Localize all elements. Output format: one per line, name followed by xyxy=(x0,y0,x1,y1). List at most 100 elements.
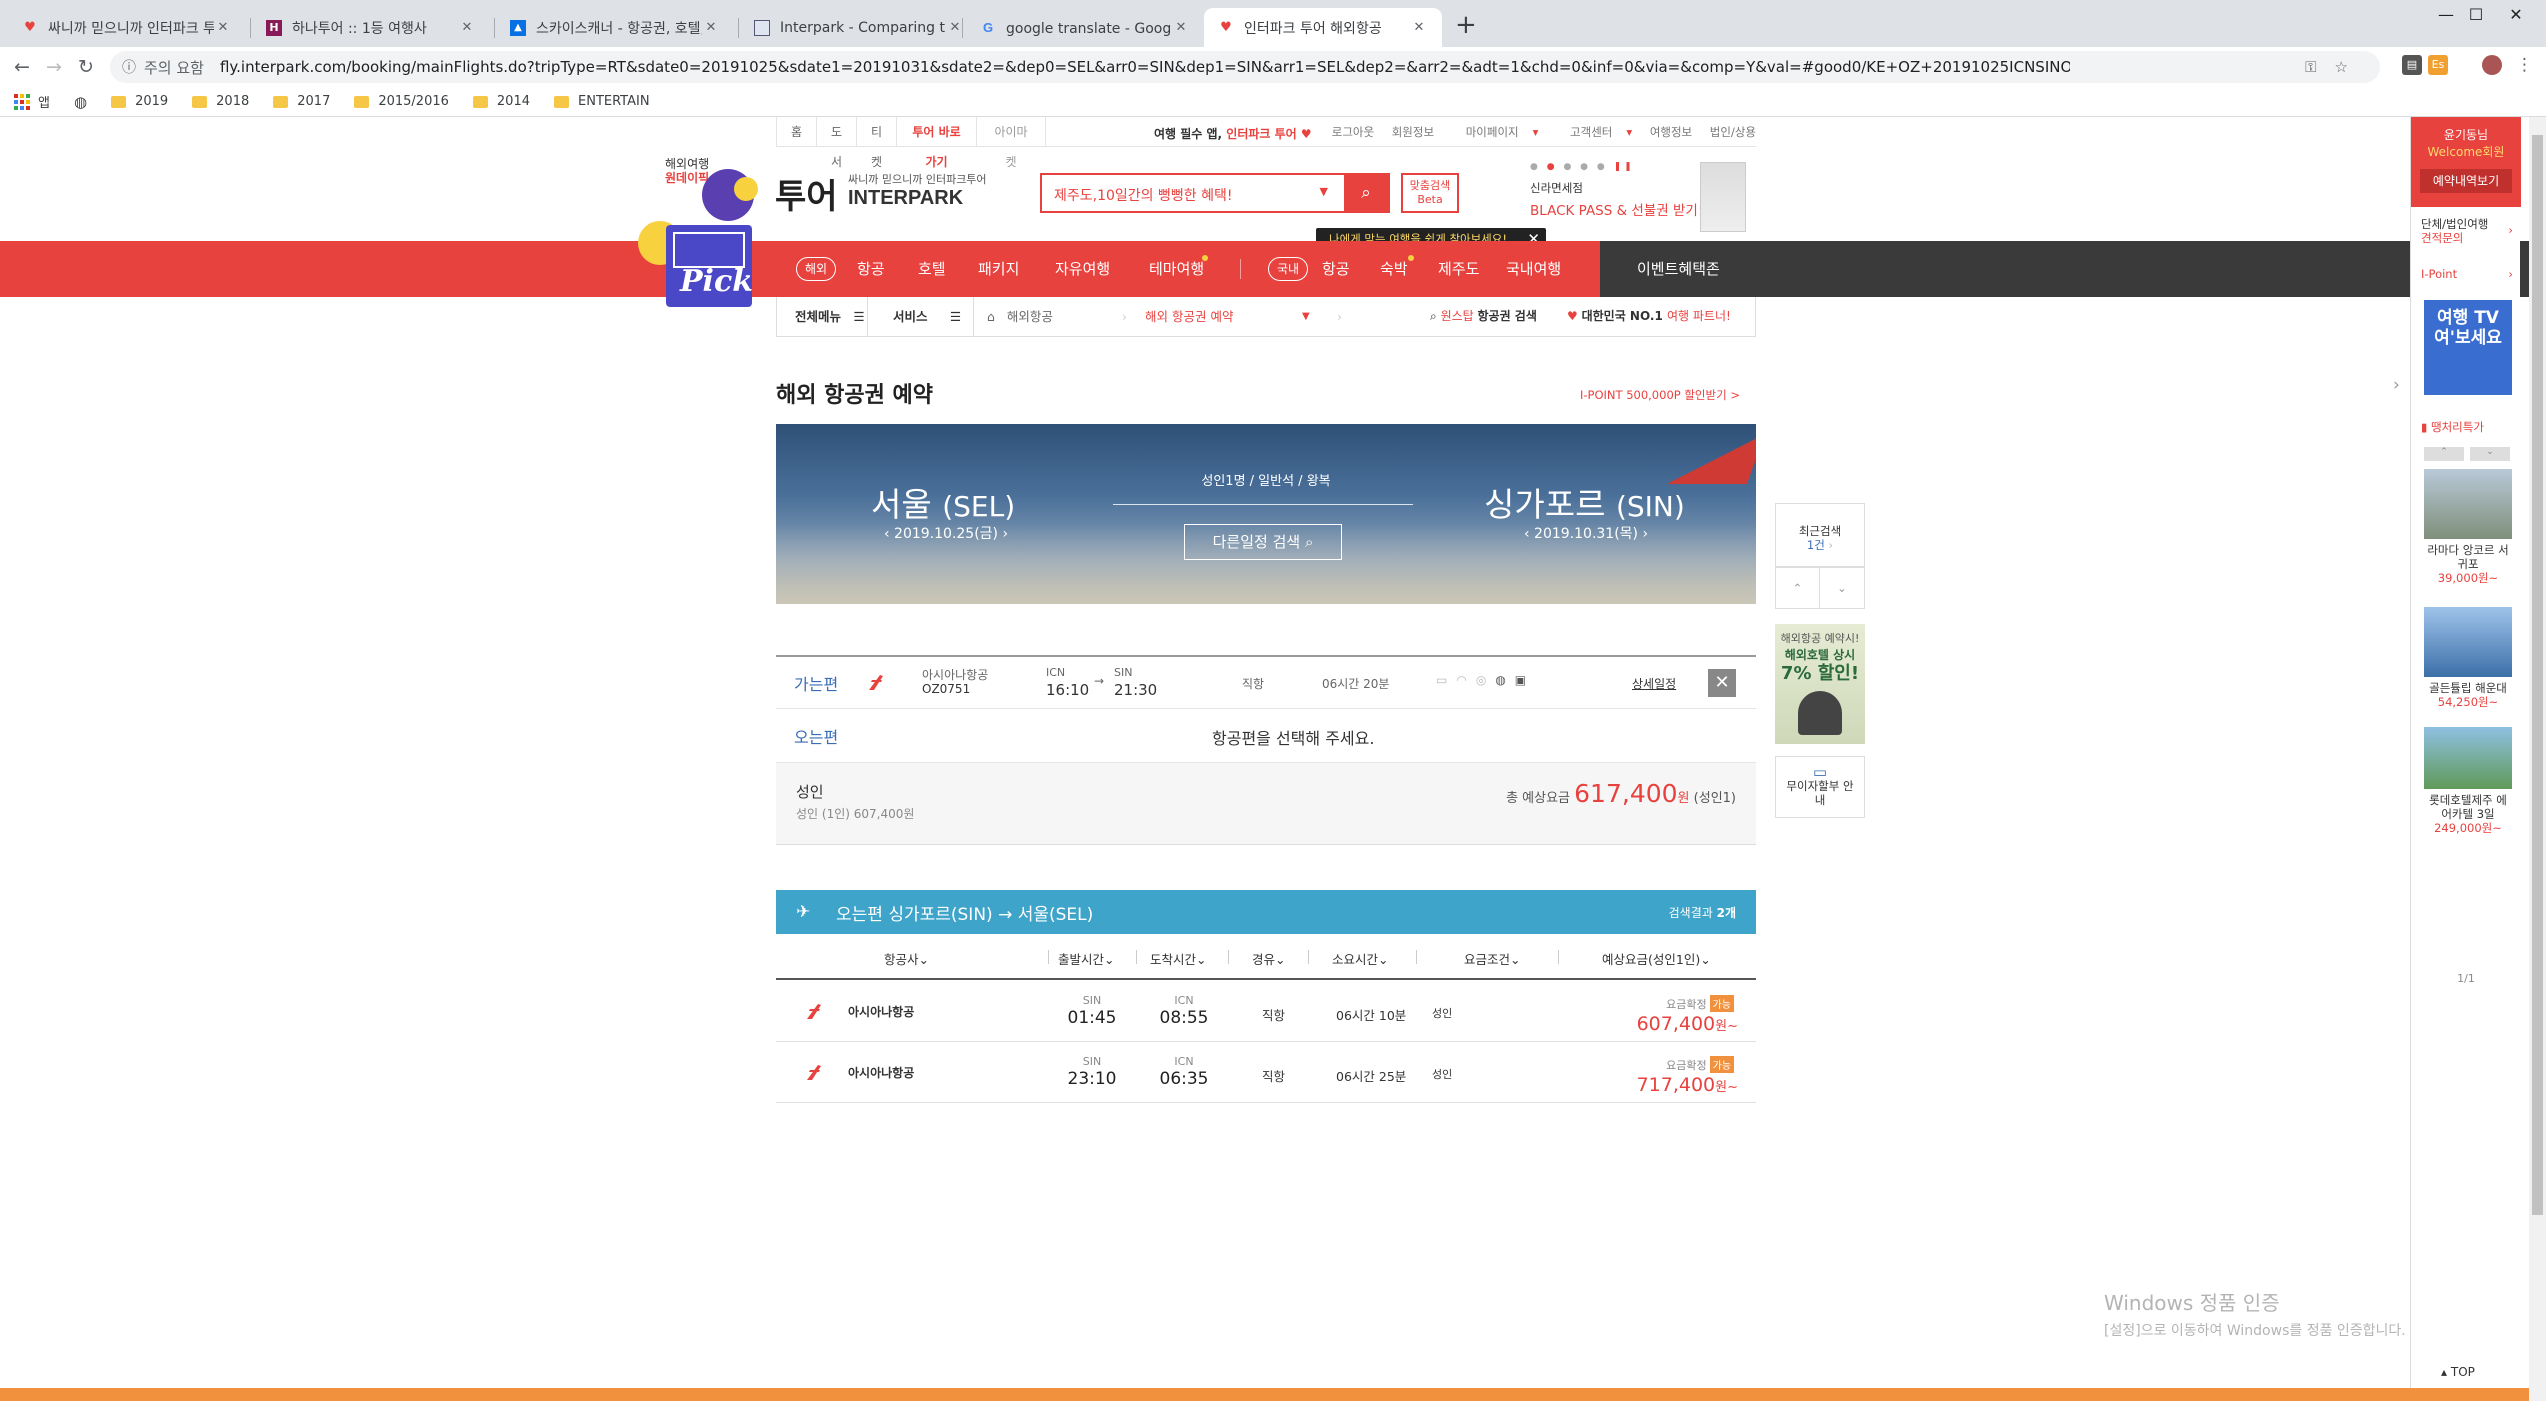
scroll-down-icon[interactable]: ⌄ xyxy=(1820,568,1864,608)
all-menu-button[interactable]: 전체메뉴 ☰ xyxy=(795,297,865,336)
nav-overseas-hotel[interactable]: 호텔 xyxy=(918,241,946,297)
imarket-link[interactable]: 아이마켓 xyxy=(976,117,1046,169)
bookmark-folder[interactable]: 2014 xyxy=(472,94,530,109)
sort-departure[interactable]: 출발시간⌄ xyxy=(1058,949,1115,968)
bookmark-folder[interactable]: ENTERTAIN xyxy=(554,94,650,109)
table-row[interactable]: 아시아나항공 SIN 23:10 ICN 06:35 직항 06시간 25분 성… xyxy=(776,1042,1756,1103)
mypage-link[interactable]: 마이페이지 ▾ xyxy=(1452,125,1539,139)
remove-selection-button[interactable]: ✕ xyxy=(1708,669,1736,697)
bookmark-folder[interactable]: 2018 xyxy=(192,94,249,109)
sort-stops[interactable]: 경유⌄ xyxy=(1252,949,1286,968)
from-date[interactable]: ‹ 2019.10.25(금) › xyxy=(884,523,1008,543)
deal-item[interactable]: 롯데호텔제주 에어카텔 3일 249,000원~ xyxy=(2424,727,2512,835)
deal-item[interactable]: 라마다 앙코르 서귀포 39,000원~ xyxy=(2424,469,2512,585)
close-icon[interactable]: ✕ xyxy=(1410,20,1428,35)
ticket-link[interactable]: 티켓 xyxy=(856,117,896,169)
close-window-icon[interactable]: ✕ xyxy=(2486,0,2546,30)
next-deal-icon[interactable]: ⌄ xyxy=(2470,447,2510,461)
logout-link[interactable]: 로그아웃 xyxy=(1332,125,1374,139)
onestop-search-link[interactable]: ⌕ 원스탑 항공권 검색 xyxy=(1430,297,1537,336)
chevron-right-icon[interactable]: › xyxy=(2393,375,2400,395)
ipoint-link[interactable]: I-POINT 500,000P 할인받기 > xyxy=(1580,387,1740,403)
info-icon[interactable]: ⓘ xyxy=(122,57,136,77)
to-date[interactable]: ‹ 2019.10.31(목) › xyxy=(1524,523,1648,543)
app-promo[interactable]: 여행 필수 앱, 인터파크 투어 ♥ xyxy=(1154,125,1312,142)
sort-fare[interactable]: 예상요금(성인1인)⌄ xyxy=(1602,949,1711,968)
nav-domestic-stay[interactable]: 숙박 xyxy=(1380,241,1408,297)
travel-info-link[interactable]: 여행정보 xyxy=(1650,125,1692,139)
pick-logo[interactable]: Pick xyxy=(636,161,768,311)
hotel-discount-ad[interactable]: 해외항공 예약시! 해외호텔 상시 7% 할인! xyxy=(1775,624,1865,744)
table-row[interactable]: 아시아나항공 SIN 01:45 ICN 08:55 직항 06시간 10분 성… xyxy=(776,981,1756,1042)
nav-theme-travel[interactable]: 테마여행 xyxy=(1149,241,1204,297)
browser-tab[interactable]: H 하나투어 :: 1등 여행사 ✕ xyxy=(252,8,490,47)
other-schedule-button[interactable]: 다른일정 검색 ⌕ xyxy=(1184,524,1342,560)
service-menu-button[interactable]: 서비스 ☰ xyxy=(893,297,961,336)
nav-package[interactable]: 패키지 xyxy=(978,241,1019,297)
bookmark-folder[interactable]: 2015/2016 xyxy=(354,94,449,109)
deal-item[interactable]: 골든튤립 해운대 54,250원~ xyxy=(2424,607,2512,709)
nav-overseas-flight[interactable]: 항공 xyxy=(857,241,885,297)
avatar[interactable] xyxy=(2482,55,2502,75)
browser-tab[interactable]: G google translate - Google 검색 ✕ xyxy=(966,8,1204,47)
reload-icon[interactable]: ↻ xyxy=(70,56,102,78)
new-tab-button[interactable]: + xyxy=(1455,10,1477,40)
page-scrollbar[interactable] xyxy=(2529,117,2546,1401)
event-zone[interactable]: 이벤트혜택존 xyxy=(1600,241,2546,297)
installment-info-link[interactable]: ▭ 무이자할부 안내 xyxy=(1775,756,1865,818)
browser-tab[interactable]: ♥ 싸니까 믿으니까 인터파크 투어 ✕ xyxy=(8,8,246,47)
ipoint-sidebar-link[interactable]: I-Point › xyxy=(2421,267,2513,281)
breadcrumb-booking[interactable]: 해외 항공권 예약 xyxy=(1145,297,1233,336)
sort-airline[interactable]: 항공사⌄ xyxy=(884,949,929,968)
tour-shortcut-link[interactable]: 투어 바로가기 xyxy=(896,117,976,169)
nav-jeju[interactable]: 제주도 xyxy=(1438,241,1479,297)
nav-free-travel[interactable]: 자유여행 xyxy=(1055,241,1110,297)
url-text[interactable]: fly.interpark.com/booking/mainFlights.do… xyxy=(220,58,2070,76)
prev-deal-icon[interactable]: ⌃ xyxy=(2424,447,2464,461)
extension-icon[interactable]: ▤ xyxy=(2402,55,2422,75)
forward-icon[interactable]: → xyxy=(38,56,70,78)
caret-down-icon[interactable]: ▼ xyxy=(1320,185,1328,198)
search-box[interactable]: 제주도,10일간의 뻥뻥한 혜택! ▼ ⌕ xyxy=(1040,173,1390,213)
search-input[interactable]: 제주도,10일간의 뻥뻥한 혜택! xyxy=(1054,185,1232,205)
header-promo[interactable]: ● ● ● ● ● ❚❚ 신라면세점 BLACK PASS & 선불권 받기! xyxy=(1530,162,1750,238)
corporate-link[interactable]: 법인/상용 xyxy=(1710,125,1756,139)
close-icon[interactable]: ✕ xyxy=(1172,20,1190,35)
detail-schedule-link[interactable]: 상세일정 xyxy=(1632,675,1676,692)
browser-tab[interactable]: ▲ 스카이스캐너 - 항공권, 호텔, 렌트 ✕ xyxy=(496,8,734,47)
scroll-top-button[interactable]: ▴ TOP xyxy=(2441,1365,2475,1379)
close-icon[interactable]: ✕ xyxy=(702,20,720,35)
scrollbar-thumb[interactable] xyxy=(2532,135,2543,1215)
nav-domestic-flight[interactable]: 항공 xyxy=(1322,241,1350,297)
member-info-link[interactable]: 회원정보 xyxy=(1392,125,1434,139)
bookmark-folder[interactable]: 2019 xyxy=(111,94,168,109)
home-link[interactable]: 홈 xyxy=(776,117,816,147)
customer-center-link[interactable]: 고객센터 ▾ xyxy=(1556,125,1632,139)
caret-down-icon[interactable]: ▼ xyxy=(1302,297,1310,336)
sort-duration[interactable]: 소요시간⌄ xyxy=(1332,949,1389,968)
bookmark-apps[interactable]: 앱 xyxy=(14,92,50,111)
globe-icon[interactable]: ◍ xyxy=(74,93,87,111)
star-icon[interactable]: ☆ xyxy=(2335,58,2366,76)
recent-search-box[interactable]: 최근검색 1건 › xyxy=(1775,503,1865,567)
breadcrumb-overseas-flight[interactable]: ⌂ 해외항공 xyxy=(987,297,1053,336)
extension-icon[interactable]: Es xyxy=(2428,55,2448,75)
sort-arrival[interactable]: 도착시간⌄ xyxy=(1150,949,1207,968)
book-link[interactable]: 도서 xyxy=(816,117,856,169)
fare-price[interactable]: 607,400원~ xyxy=(1637,1013,1738,1035)
key-icon[interactable]: ⚿ xyxy=(2305,58,2334,76)
close-icon[interactable]: ✕ xyxy=(214,20,232,35)
close-icon[interactable]: ✕ xyxy=(458,20,476,35)
reservation-history-button[interactable]: 예약내역보기 xyxy=(2420,169,2512,193)
group-travel-link[interactable]: 단체/법인여행 견적문의 › xyxy=(2421,217,2513,245)
logo-text[interactable]: 투어 xyxy=(775,169,838,218)
fare-price[interactable]: 717,400원~ xyxy=(1637,1074,1738,1096)
menu-icon[interactable]: ⋮ xyxy=(2516,55,2533,75)
sort-fare-condition[interactable]: 요금조건⌄ xyxy=(1464,949,1521,968)
custom-search-beta-button[interactable]: 맞춤검색 Beta xyxy=(1401,173,1459,213)
back-icon[interactable]: ← xyxy=(6,56,38,78)
browser-tab-active[interactable]: ♥ 인터파크 투어 해외항공 ✕ xyxy=(1204,8,1442,47)
search-button[interactable]: ⌕ xyxy=(1344,175,1388,211)
browser-tab[interactable]: Interpark - Comparing the figur ✕ xyxy=(740,8,978,47)
nav-domestic-travel[interactable]: 국내여행 xyxy=(1506,241,1561,297)
